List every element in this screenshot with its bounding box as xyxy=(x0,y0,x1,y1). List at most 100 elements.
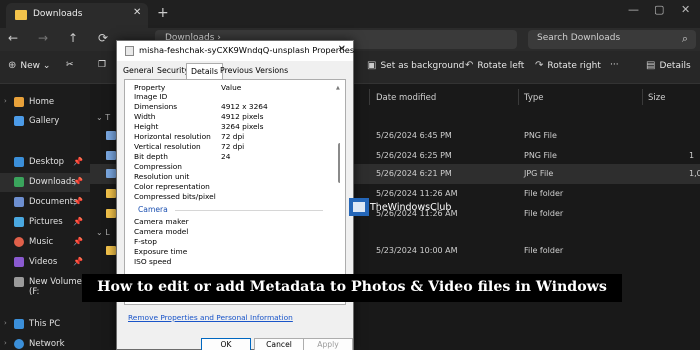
sidebar-item-documents[interactable]: Documents 📌 xyxy=(0,193,90,212)
rotate-left-label: Rotate left xyxy=(477,61,525,71)
new-tab-button[interactable]: + xyxy=(157,5,169,21)
property-row[interactable]: Camera model xyxy=(128,227,328,237)
tab-details[interactable]: Details xyxy=(186,63,224,79)
desktop-icon xyxy=(14,157,24,167)
dialog-close-icon[interactable]: ✕ xyxy=(338,44,346,55)
search-input[interactable]: Search Downloads ⌕ xyxy=(528,30,696,49)
folder-icon xyxy=(106,209,116,218)
property-row[interactable]: Exposure time xyxy=(128,247,328,257)
rotate-right-button[interactable]: ↷ Rotate right xyxy=(535,60,601,71)
property-row[interactable]: ISO speed xyxy=(128,257,328,267)
property-row[interactable]: Color representation xyxy=(128,182,328,192)
sidebar-item-new-volume[interactable]: New Volume (F: xyxy=(0,273,90,297)
dialog-title: misha-feshchak-syCXK9WndqQ-unsplash Prop… xyxy=(139,45,355,55)
group-chevron-icon[interactable]: ⌄ L xyxy=(96,228,110,237)
pin-icon: 📌 xyxy=(73,157,83,166)
sidebar-item-this-pc[interactable]: › This PC xyxy=(0,315,90,334)
column-header-size[interactable]: Size xyxy=(648,93,665,103)
chevron-right-icon: › xyxy=(4,319,7,327)
title-banner: How to edit or add Metadata to Photos & … xyxy=(82,274,622,302)
more-options-button[interactable]: ··· xyxy=(610,60,619,70)
rotate-left-button[interactable]: ↶ Rotate left xyxy=(465,60,524,71)
property-row[interactable]: Bit depth 24 xyxy=(128,152,328,162)
header-value[interactable]: Value xyxy=(221,83,241,92)
brand-logo-icon xyxy=(349,198,369,216)
chevron-right-icon: › xyxy=(4,97,7,105)
gallery-icon xyxy=(14,116,24,126)
forward-arrow-icon[interactable]: → xyxy=(38,31,48,45)
cancel-button[interactable]: Cancel xyxy=(254,338,304,350)
copy-icon[interactable]: ❐ xyxy=(98,60,106,70)
property-row[interactable]: Horizontal resolution 72 dpi xyxy=(128,132,328,142)
ok-button[interactable]: OK xyxy=(201,338,251,350)
sidebar-item-music[interactable]: Music 📌 xyxy=(0,233,90,252)
tab-label: Downloads xyxy=(33,9,83,19)
section-heading-camera: Camera xyxy=(138,205,168,214)
sidebar-item-home[interactable]: › Home xyxy=(0,93,90,112)
header-property[interactable]: Property xyxy=(134,83,165,92)
image-file-icon xyxy=(106,169,116,178)
column-divider xyxy=(518,89,519,105)
scroll-up-arrow-icon[interactable]: ▲ xyxy=(336,85,340,91)
property-row[interactable]: Camera maker xyxy=(128,217,328,227)
chevron-right-icon: › xyxy=(4,339,7,347)
new-button[interactable]: ⊕ New ⌄ xyxy=(8,60,50,71)
property-list[interactable]: Property Value Image ID Dimensions 4912 x… xyxy=(128,83,340,289)
file-icon xyxy=(125,46,134,56)
maximize-button[interactable]: ▢ xyxy=(654,3,664,16)
sidebar-item-desktop[interactable]: Desktop 📌 xyxy=(0,153,90,172)
details-label: Details xyxy=(659,61,691,71)
close-window-button[interactable]: ✕ xyxy=(681,3,690,16)
property-row[interactable]: Height 3264 pixels xyxy=(128,122,328,132)
rotate-right-label: Rotate right xyxy=(547,61,601,71)
refresh-icon[interactable]: ⟳ xyxy=(98,31,108,45)
brand-text: TheWindowsClub xyxy=(370,202,452,213)
network-icon xyxy=(14,339,24,349)
tab-close-icon[interactable]: ✕ xyxy=(133,7,141,18)
column-header-type[interactable]: Type xyxy=(524,93,544,103)
property-list-scrollbar[interactable]: ▲ ▼ xyxy=(336,85,340,289)
sidebar-item-network[interactable]: › Network xyxy=(0,335,90,350)
details-pane-button[interactable]: ▤ Details xyxy=(646,60,691,71)
set-as-background-label: Set as background xyxy=(380,61,465,71)
remove-properties-link[interactable]: Remove Properties and Personal Informati… xyxy=(128,313,293,322)
scroll-thumb[interactable] xyxy=(338,143,340,183)
property-row[interactable]: Compressed bits/pixel xyxy=(128,192,328,202)
property-row[interactable]: Vertical resolution 72 dpi xyxy=(128,142,328,152)
property-row[interactable]: Width 4912 pixels xyxy=(128,112,328,122)
tab-previous-versions[interactable]: Previous Versions xyxy=(220,66,288,75)
group-chevron-icon[interactable]: ⌄ T xyxy=(96,113,110,122)
sidebar-item-videos[interactable]: Videos 📌 xyxy=(0,253,90,272)
cut-icon[interactable]: ✂ xyxy=(66,60,74,70)
column-divider xyxy=(642,89,643,105)
property-row[interactable]: Compression xyxy=(128,162,328,172)
sidebar-item-pictures[interactable]: Pictures 📌 xyxy=(0,213,90,232)
column-header-date-modified[interactable]: Date modified xyxy=(376,93,436,103)
music-icon xyxy=(14,237,24,247)
back-arrow-icon[interactable]: ← xyxy=(8,31,18,45)
sidebar-item-downloads[interactable]: Downloads 📌 xyxy=(0,173,90,192)
pc-icon xyxy=(14,319,24,329)
tab-general[interactable]: General xyxy=(123,66,154,75)
property-row[interactable]: Image ID xyxy=(128,92,328,102)
sidebar-item-gallery[interactable]: Gallery xyxy=(0,112,90,131)
tab-downloads[interactable]: Downloads ✕ xyxy=(6,3,148,28)
background-icon: ▣ xyxy=(367,60,377,71)
minimize-button[interactable]: — xyxy=(628,3,639,16)
apply-button[interactable]: Apply xyxy=(303,338,353,350)
folder-icon xyxy=(106,189,116,198)
up-arrow-icon[interactable]: ↑ xyxy=(68,31,78,45)
folder-icon xyxy=(15,10,27,20)
dialog-titlebar: misha-feshchak-syCXK9WndqQ-unsplash Prop… xyxy=(117,41,355,61)
pin-icon: 📌 xyxy=(73,177,83,186)
property-row[interactable]: Dimensions 4912 x 3264 xyxy=(128,102,328,112)
set-as-background-button[interactable]: ▣ Set as background xyxy=(367,60,464,71)
pin-icon: 📌 xyxy=(73,197,83,206)
documents-icon xyxy=(14,197,24,207)
property-row[interactable]: F-stop xyxy=(128,237,328,247)
drive-icon xyxy=(14,277,24,287)
tab-security[interactable]: Security xyxy=(157,66,189,75)
details-icon: ▤ xyxy=(646,60,656,71)
banner-text: How to edit or add Metadata to Photos & … xyxy=(97,279,607,295)
property-row[interactable]: Resolution unit xyxy=(128,172,328,182)
